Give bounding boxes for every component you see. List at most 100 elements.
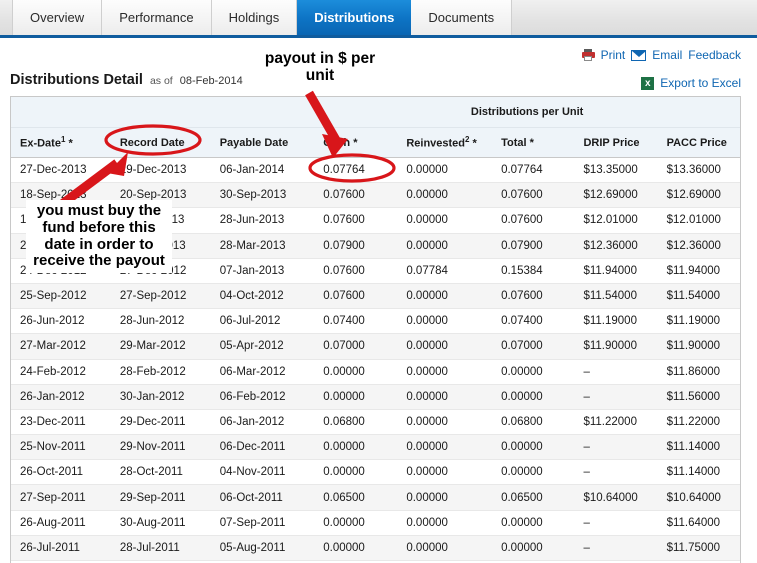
col-ex-date[interactable]: Ex-Date1 * bbox=[11, 127, 111, 158]
col-payable-date-label: Payable Date bbox=[219, 136, 289, 149]
col-cash-label: Cash bbox=[323, 136, 351, 149]
cell-ex-date: 26-Aug-2011 bbox=[11, 510, 111, 536]
table-column-header-row: Ex-Date1 * Record Date Payable Date Cash… bbox=[11, 127, 740, 158]
cell-pacc-price: $11.86000 bbox=[657, 359, 740, 385]
cell-payable-date: 28-Mar-2013 bbox=[210, 233, 315, 259]
cell-ex-date: 27-Mar-2012 bbox=[11, 333, 111, 360]
cell-payable-date: 06-Dec-2011 bbox=[210, 434, 315, 461]
col-cash[interactable]: Cash * bbox=[314, 127, 398, 158]
cell-drip-price: $13.35000 bbox=[574, 157, 658, 184]
cell-cash: 0.07900 bbox=[314, 233, 398, 259]
group-header-blank bbox=[11, 97, 315, 128]
cell-pacc-price: $11.94000 bbox=[657, 258, 740, 284]
table-row: 25-Nov-2011 29-Nov-2011 06-Dec-2011 0.00000… bbox=[11, 434, 740, 461]
cell-pacc-price: $11.75000 bbox=[657, 535, 740, 562]
cell-total: 0.07600 bbox=[492, 283, 575, 310]
export-to-excel-link[interactable]: Export to Excel bbox=[660, 76, 741, 90]
cell-cash: 0.00000 bbox=[314, 510, 398, 536]
cell-cash: 0.00000 bbox=[314, 535, 398, 562]
utility-links: Print Email Feedback bbox=[581, 48, 741, 62]
cell-pacc-price: $11.56000 bbox=[657, 384, 740, 410]
excel-icon[interactable]: x bbox=[641, 76, 655, 90]
cell-cash: 0.00000 bbox=[314, 434, 398, 461]
cell-pacc-price: $11.54000 bbox=[657, 283, 740, 310]
cell-drip-price: – bbox=[574, 359, 658, 385]
cell-total: 0.07600 bbox=[492, 207, 575, 234]
cell-reinvested: 0.00000 bbox=[397, 484, 493, 511]
col-pacc-price[interactable]: PACC Price bbox=[657, 127, 740, 158]
table-row: 24-Feb-2012 28-Feb-2012 06-Mar-2012 0.00000… bbox=[11, 359, 740, 385]
cell-drip-price: – bbox=[574, 434, 658, 461]
distributions-page: Overview Performance Holdings Distributi… bbox=[0, 0, 757, 563]
feedback-link[interactable]: Feedback bbox=[688, 48, 741, 62]
tab-overview[interactable]: Overview bbox=[12, 0, 103, 35]
cell-pacc-price: $11.14000 bbox=[657, 434, 740, 461]
cell-payable-date: 06-Mar-2012 bbox=[210, 359, 315, 385]
col-drip-price[interactable]: DRIP Price bbox=[574, 127, 658, 158]
col-ex-date-star: * bbox=[68, 137, 73, 150]
as-of-label: as of bbox=[149, 75, 173, 87]
cell-payable-date: 30-Sep-2013 bbox=[210, 182, 315, 209]
cell-record-date: 28-Oct-2011 bbox=[110, 459, 211, 486]
cell-cash: 0.06800 bbox=[314, 409, 398, 436]
cell-record-date: 28-Jun-2012 bbox=[110, 308, 211, 335]
tab-list: Overview Performance Holdings Distributi… bbox=[12, 0, 513, 35]
tab-distributions[interactable]: Distributions bbox=[297, 0, 412, 35]
cell-total: 0.06800 bbox=[492, 409, 575, 436]
cell-reinvested: 0.00000 bbox=[397, 207, 493, 234]
cell-payable-date: 05-Aug-2011 bbox=[210, 535, 315, 562]
cell-total: 0.00000 bbox=[492, 434, 575, 461]
cell-payable-date: 06-Jan-2012 bbox=[210, 409, 315, 436]
cell-reinvested: 0.00000 bbox=[397, 459, 493, 486]
col-total[interactable]: Total * bbox=[492, 127, 575, 158]
print-link[interactable]: Print bbox=[601, 48, 626, 62]
cell-cash: 0.07600 bbox=[314, 182, 398, 209]
print-icon[interactable] bbox=[581, 49, 595, 61]
cell-reinvested: 0.00000 bbox=[397, 434, 493, 461]
cell-reinvested: 0.00000 bbox=[397, 182, 493, 209]
table-row: 27-Sep-2011 29-Sep-2011 06-Oct-2011 0.06500… bbox=[11, 484, 740, 511]
cell-drip-price: $11.94000 bbox=[574, 258, 658, 284]
col-total-star: * bbox=[529, 136, 534, 149]
annotation-payout-note: payout in $ per unit bbox=[262, 47, 378, 88]
tab-performance[interactable]: Performance bbox=[102, 0, 212, 35]
cell-record-date: 28-Jul-2011 bbox=[110, 535, 211, 562]
cell-ex-date: 27-Sep-2011 bbox=[11, 484, 111, 511]
cell-pacc-price: $11.14000 bbox=[657, 459, 740, 486]
col-reinvested[interactable]: Reinvested2 * bbox=[397, 127, 493, 158]
table-row: 26-Oct-2011 28-Oct-2011 04-Nov-2011 0.00000… bbox=[11, 459, 740, 486]
cell-total: 0.00000 bbox=[492, 359, 575, 385]
cell-reinvested: 0.07784 bbox=[397, 258, 493, 284]
tab-holdings[interactable]: Holdings bbox=[211, 0, 298, 35]
cell-ex-date: 23-Dec-2011 bbox=[11, 409, 111, 436]
cell-drip-price: $11.22000 bbox=[574, 409, 658, 436]
col-ex-date-label: Ex-Date bbox=[20, 137, 61, 150]
email-icon[interactable] bbox=[631, 49, 647, 61]
cell-record-date: 27-Sep-2012 bbox=[110, 283, 211, 310]
group-header-distributions-per-unit: Distributions per Unit bbox=[314, 97, 740, 128]
cell-drip-price: – bbox=[574, 510, 658, 536]
cell-total: 0.07400 bbox=[492, 308, 575, 335]
cell-reinvested: 0.00000 bbox=[397, 409, 493, 436]
cell-reinvested: 0.00000 bbox=[397, 333, 493, 360]
cell-payable-date: 06-Oct-2011 bbox=[210, 484, 315, 511]
cell-ex-date: 25-Nov-2011 bbox=[11, 434, 111, 461]
cell-ex-date: 26-Jan-2012 bbox=[11, 384, 111, 410]
cell-total: 0.15384 bbox=[492, 258, 575, 284]
cell-drip-price: $12.69000 bbox=[574, 182, 658, 209]
tab-documents[interactable]: Documents bbox=[411, 0, 513, 35]
email-link[interactable]: Email bbox=[652, 48, 682, 62]
cell-record-date: 29-Dec-2011 bbox=[110, 409, 211, 436]
col-record-date[interactable]: Record Date bbox=[110, 127, 211, 158]
col-payable-date[interactable]: Payable Date bbox=[210, 127, 315, 158]
cell-record-date: 30-Jan-2012 bbox=[110, 384, 211, 410]
cell-reinvested: 0.00000 bbox=[397, 157, 493, 184]
cell-record-date: 29-Nov-2011 bbox=[110, 434, 211, 461]
cell-cash: 0.07600 bbox=[314, 207, 398, 234]
table-group-header-row: Distributions per Unit bbox=[11, 97, 740, 128]
table-row: 23-Dec-2011 29-Dec-2011 06-Jan-2012 0.06800… bbox=[11, 409, 740, 436]
col-ex-date-sup: 1 bbox=[60, 135, 66, 145]
cell-ex-date: 24-Feb-2012 bbox=[11, 359, 111, 385]
cell-payable-date: 07-Sep-2011 bbox=[210, 510, 315, 536]
cell-drip-price: $12.36000 bbox=[574, 233, 658, 259]
